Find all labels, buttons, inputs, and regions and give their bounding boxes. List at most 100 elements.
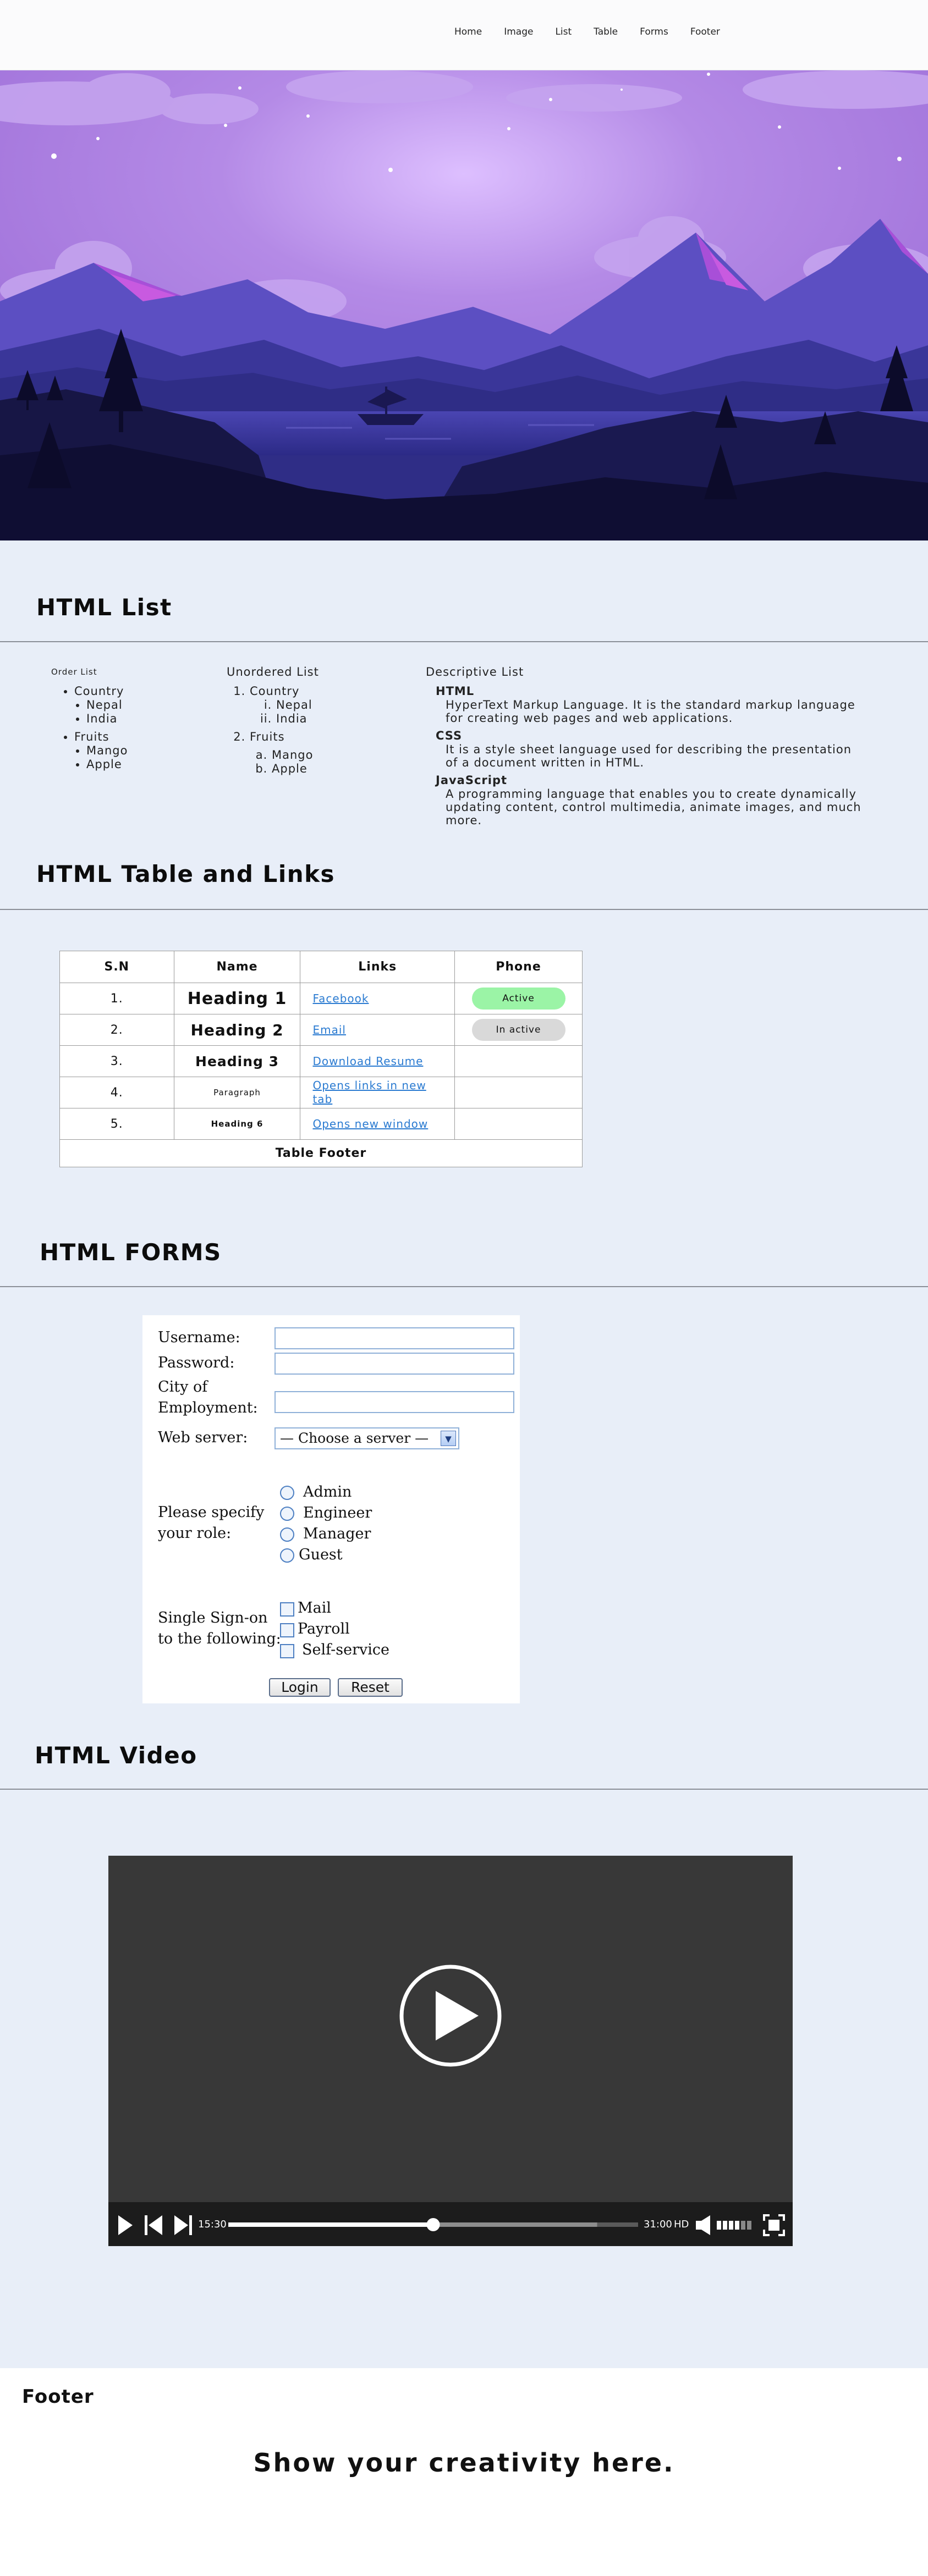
fullscreen-icon[interactable]	[763, 2214, 785, 2236]
sn-cell: 3.	[59, 1045, 174, 1077]
unordered-list-caption: Unordered List	[227, 665, 319, 679]
ordered-list: Country Nepal India Fruits Mango Apple	[51, 685, 128, 771]
list-item: Mango	[272, 748, 319, 762]
password-input[interactable]	[274, 1353, 514, 1375]
section-divider	[0, 1789, 928, 1790]
name-cell: Heading 2	[173, 1014, 301, 1046]
hd-badge[interactable]: HD	[674, 2219, 689, 2230]
web-server-select[interactable]: — Choose a server — ▼	[274, 1427, 459, 1449]
city-label: City of Employment:	[158, 1378, 258, 1416]
column-header: S.N	[59, 951, 174, 983]
list-item: Nepal	[276, 698, 319, 712]
play-icon[interactable]	[398, 1963, 503, 2068]
table-row: 1. Heading 1 Facebook Active	[59, 983, 583, 1014]
descriptive-list-caption: Descriptive List	[426, 665, 524, 679]
footer-tagline: Show your creativity here.	[253, 2448, 675, 2478]
table-row: 2. Heading 2 Email In active	[59, 1014, 583, 1046]
skip-back-icon[interactable]	[144, 2214, 163, 2236]
volume-level-bar[interactable]	[717, 2218, 755, 2232]
video-section-title: HTML Video	[35, 1742, 197, 1769]
volume-icon[interactable]	[695, 2215, 716, 2235]
ordered-list-caption: Order List	[51, 667, 97, 677]
list-item: Mango	[86, 744, 128, 758]
sso-checkbox-payroll[interactable]	[280, 1623, 294, 1637]
ordered-list-block: Order List Country Nepal India Fruits Ma…	[51, 665, 128, 771]
table-footer: Table Footer	[59, 1139, 583, 1167]
role-label: Please specify your role:	[158, 1504, 265, 1542]
facebook-link[interactable]: Facebook	[312, 992, 369, 1005]
selected-option: — Choose a server —	[280, 1430, 429, 1446]
name-cell: Paragraph	[173, 1077, 301, 1108]
role-radio-engineer[interactable]	[280, 1507, 294, 1521]
password-label: Password:	[158, 1354, 235, 1371]
list-item: Apple	[272, 762, 319, 776]
nav-item-image[interactable]: Image	[504, 26, 533, 37]
data-table: S.N Name Links Phone 1. Heading 1 Facebo…	[59, 951, 583, 1167]
reset-button[interactable]: Reset	[338, 1678, 403, 1697]
new-window-link[interactable]: Opens new window	[312, 1117, 428, 1130]
role-option-label: Manager	[303, 1525, 371, 1542]
name-cell: Heading 1	[173, 983, 301, 1014]
sn-cell: 4.	[59, 1077, 174, 1108]
role-radio-admin[interactable]	[280, 1486, 294, 1500]
page-footer: Footer Show your creativity here.	[0, 2368, 928, 2576]
video-player[interactable]: 15:30 31:00 HD	[108, 1856, 793, 2246]
role-option-label: Guest	[299, 1546, 343, 1563]
definition-term: JavaScript	[436, 774, 508, 787]
list-section-title: HTML List	[36, 594, 172, 621]
seek-thumb	[426, 2218, 440, 2231]
sso-option-label: Mail	[298, 1599, 332, 1617]
table-row: 5. Heading 6 Opens new window	[59, 1108, 583, 1140]
nav-item-table[interactable]: Table	[594, 26, 618, 37]
nav-item-home[interactable]: Home	[454, 26, 482, 37]
city-input[interactable]	[274, 1391, 514, 1413]
nav-item-footer[interactable]: Footer	[690, 26, 720, 37]
play-small-icon[interactable]	[116, 2214, 134, 2236]
descriptive-list-block: Descriptive List HTML HyperText Markup L…	[426, 665, 864, 831]
registration-form: Username: Password: City of Employment: W…	[142, 1315, 520, 1703]
list-item: India	[276, 712, 319, 726]
section-divider	[0, 909, 928, 910]
chevron-down-icon[interactable]: ▼	[441, 1431, 456, 1446]
unordered-list-block: Unordered List Country Nepal India Fruit…	[227, 665, 319, 776]
definition-term: CSS	[436, 729, 463, 742]
total-time: 31:00	[644, 2219, 672, 2230]
sso-option-label: Self-service	[302, 1641, 389, 1658]
login-button[interactable]: Login	[269, 1678, 331, 1697]
current-time: 15:30	[198, 2219, 227, 2230]
role-radio-guest[interactable]	[280, 1548, 294, 1563]
status-badge: In active	[471, 1019, 565, 1041]
sn-cell: 1.	[59, 983, 174, 1014]
top-navigation: Home Image List Table Forms Footer	[0, 0, 928, 70]
name-cell: Heading 6	[173, 1108, 301, 1140]
video-controls: 15:30 31:00 HD	[108, 2202, 793, 2246]
list-item: Country Nepal India	[74, 685, 128, 726]
username-input[interactable]	[274, 1327, 514, 1349]
table-section-title: HTML Table and Links	[36, 860, 336, 887]
download-resume-link[interactable]: Download Resume	[312, 1055, 423, 1068]
table-footer-row: Table Footer	[59, 1139, 583, 1167]
nav-item-list[interactable]: List	[555, 26, 572, 37]
list-item: Nepal	[86, 698, 128, 712]
sso-checkbox-self-service[interactable]	[280, 1644, 294, 1658]
column-header: Links	[300, 951, 455, 983]
column-header: Name	[173, 951, 301, 983]
table-header-row: S.N Name Links Phone	[59, 951, 583, 983]
new-tab-link[interactable]: Opens links in new tab	[312, 1079, 426, 1106]
unordered-list: Country Nepal India Fruits Mango Apple	[227, 685, 319, 776]
phone-cell	[454, 1077, 583, 1108]
list-item: Fruits Mango Apple	[250, 730, 319, 776]
section-divider	[0, 1286, 928, 1287]
phone-cell	[454, 1108, 583, 1140]
seek-bar[interactable]	[228, 2216, 638, 2233]
nav-item-forms[interactable]: Forms	[640, 26, 668, 37]
role-radio-manager[interactable]	[280, 1527, 294, 1542]
definition-description: HyperText Markup Language. It is the sta…	[446, 698, 855, 725]
sso-checkbox-mail[interactable]	[280, 1602, 294, 1617]
email-link[interactable]: Email	[312, 1023, 346, 1036]
skip-forward-icon[interactable]	[173, 2214, 193, 2236]
list-item: Country Nepal India	[250, 685, 319, 726]
sso-label: Single Sign-on to the following:	[158, 1609, 281, 1647]
table-row: 3. Heading 3 Download Resume	[59, 1045, 583, 1077]
descriptive-list: HTML HyperText Markup Language. It is th…	[426, 685, 864, 827]
